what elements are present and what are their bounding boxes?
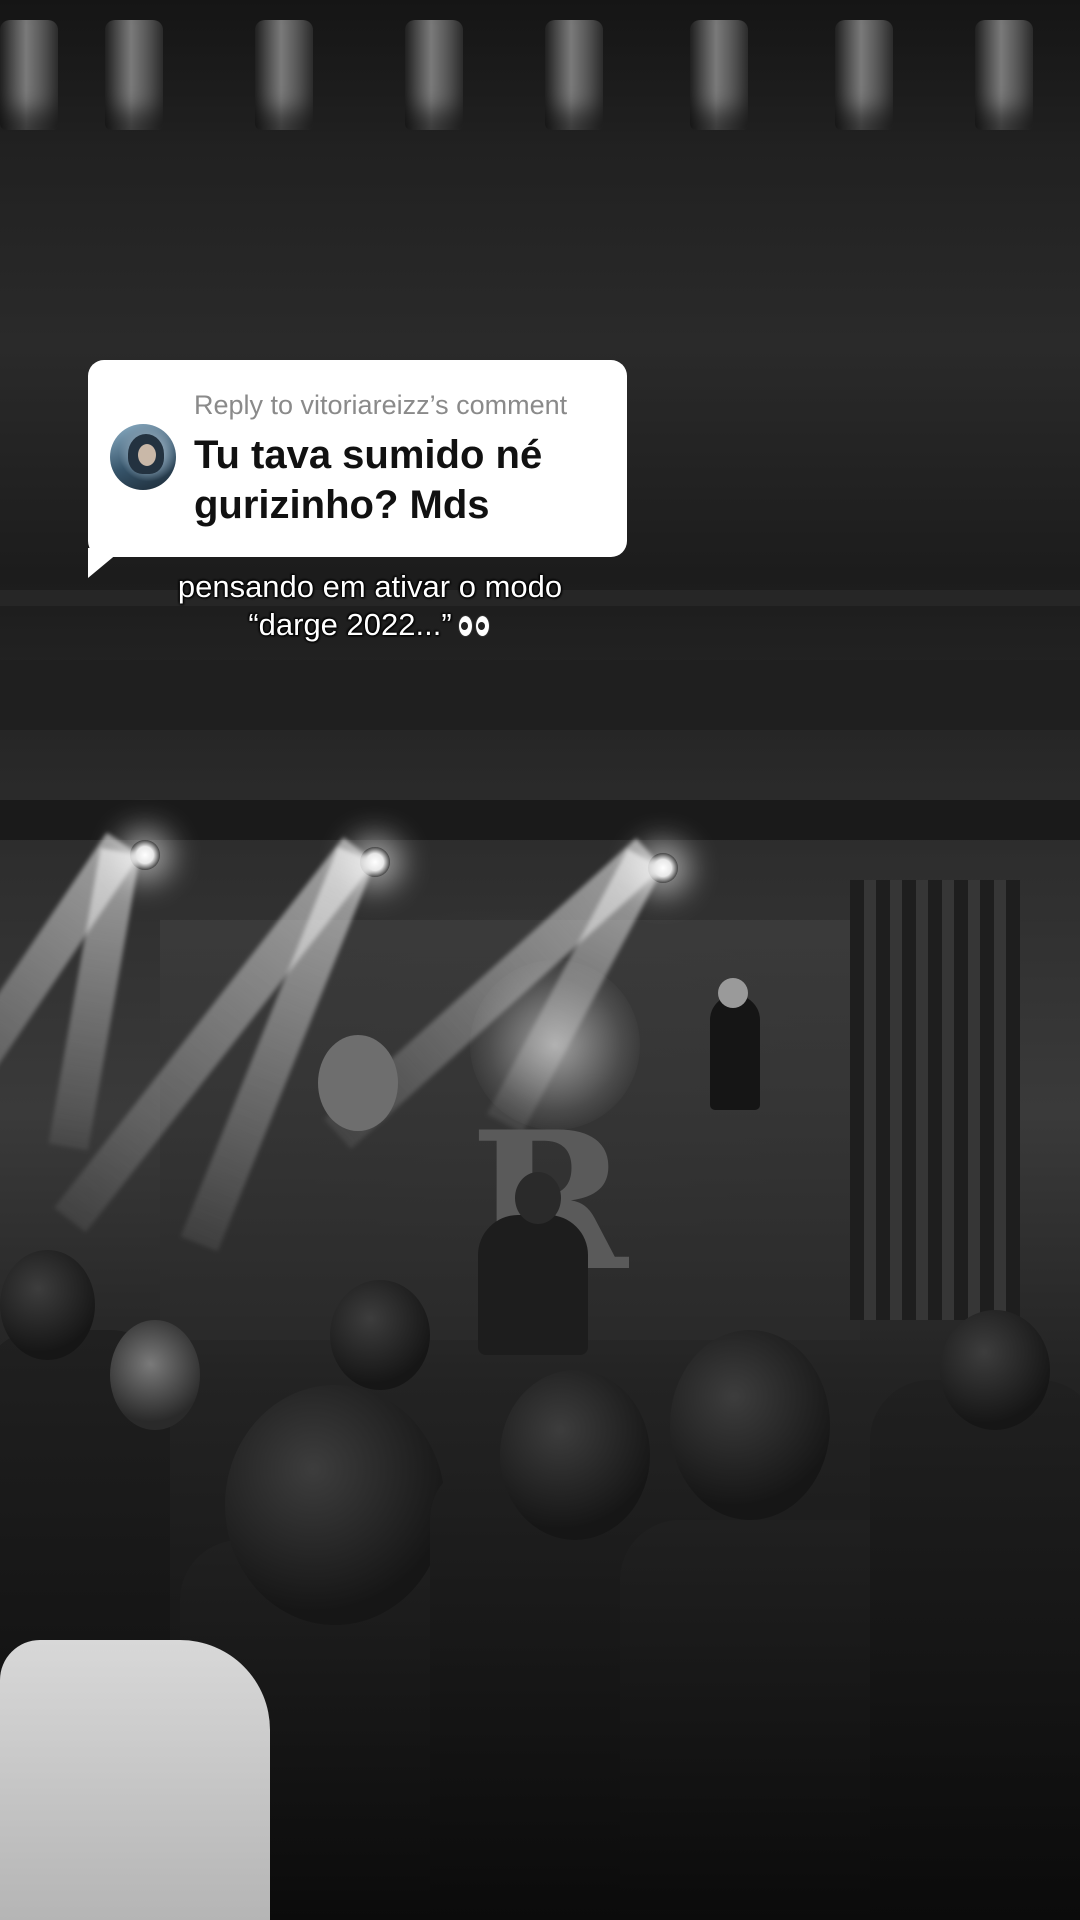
crowd-person-shirt [0, 1640, 270, 1920]
crowd-person [500, 1370, 650, 1540]
crowd-person [670, 1330, 830, 1520]
video-caption: pensando em ativar o modo “darge 2022...… [130, 568, 610, 646]
performer-silhouette [478, 1215, 588, 1355]
stage-rig [0, 800, 1080, 840]
stage-light-icon [545, 20, 603, 130]
reply-comment-bubble[interactable]: Reply to vitoriareizz’s comment Tu tava … [88, 360, 627, 557]
stage-light-icon [405, 20, 463, 130]
stage-light-icon [105, 20, 163, 130]
stage-light-icon [975, 20, 1033, 130]
spotlight [360, 847, 390, 877]
video-background: R [0, 0, 1080, 1920]
crowd-person [0, 1250, 95, 1360]
stage-light-icon [0, 20, 58, 130]
caption-line-2-text: “darge 2022...” [248, 607, 452, 642]
eyes-emoji-icon [457, 608, 492, 646]
reply-to-label: Reply to vitoriareizz’s comment [194, 390, 568, 420]
performer-silhouette [710, 995, 760, 1110]
ceiling-panel [0, 660, 1080, 730]
stage-light-icon [835, 20, 893, 130]
stage-curtain [850, 880, 1020, 1320]
avatar-face [138, 444, 156, 466]
screen-face [318, 1035, 398, 1131]
performer-head [718, 978, 748, 1008]
crowd-person [870, 1380, 1080, 1920]
caption-line-2: “darge 2022...” [130, 606, 610, 646]
spotlight [648, 853, 678, 883]
stage-light-icon [255, 20, 313, 130]
caption-line-1: pensando em ativar o modo [177, 569, 563, 604]
stage-light-icon [690, 20, 748, 130]
performer-head [515, 1172, 561, 1224]
avatar[interactable] [110, 424, 176, 490]
reply-bubble-tail [88, 548, 124, 578]
crowd-person [940, 1310, 1050, 1430]
light-beam [48, 848, 140, 1151]
crowd-person [330, 1280, 430, 1390]
crowd-person [225, 1385, 445, 1625]
crowd-person [110, 1320, 200, 1430]
spotlight [130, 840, 160, 870]
reply-comment-text: Tu tava sumido né gurizinho? Mds [194, 433, 543, 527]
